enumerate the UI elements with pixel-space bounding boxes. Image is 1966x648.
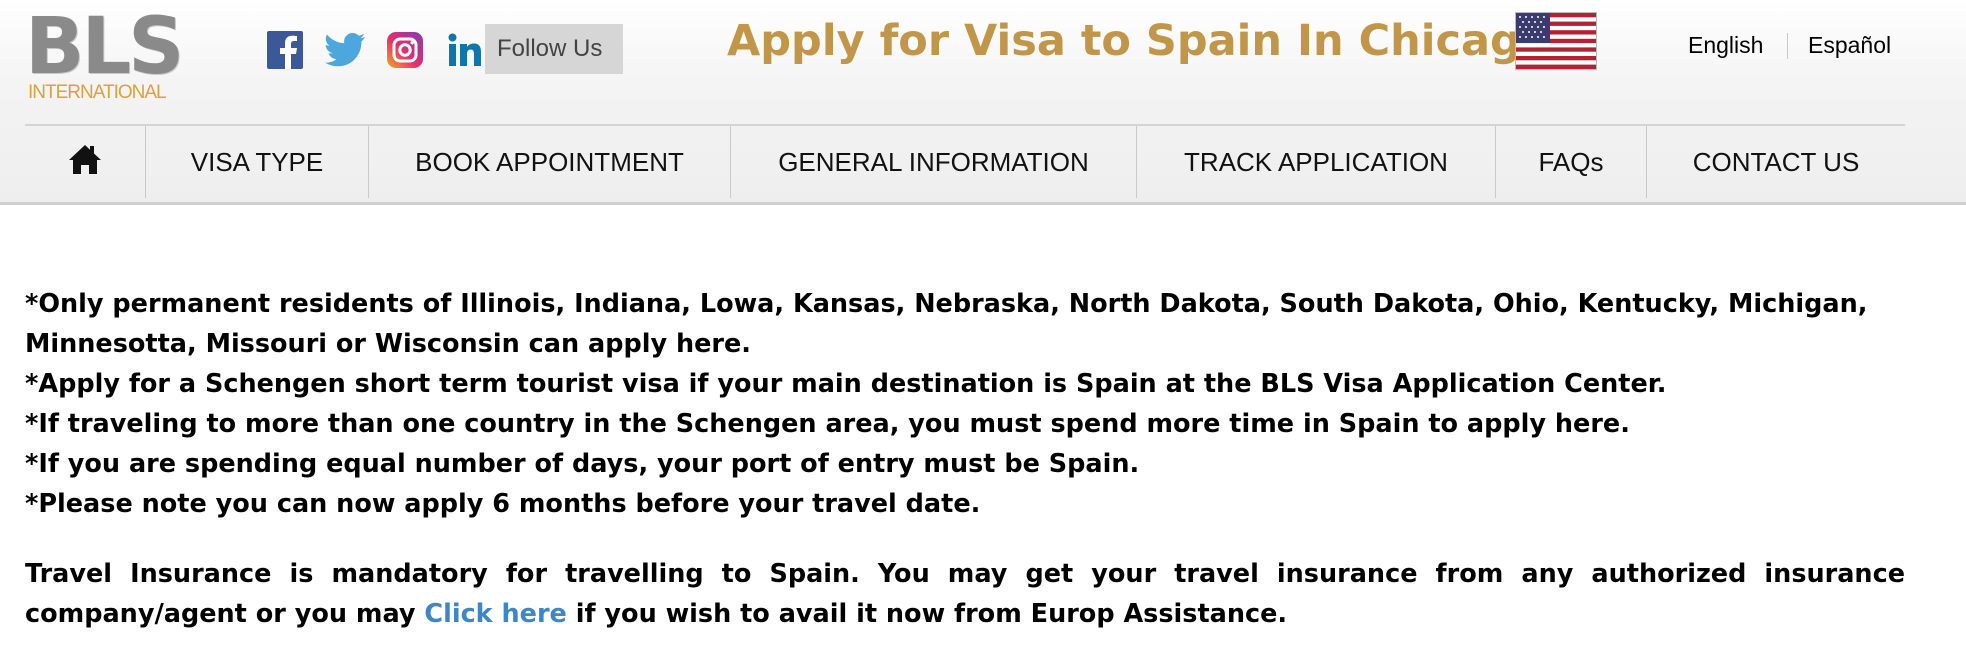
language-espanol-link[interactable]: Español xyxy=(1808,32,1891,59)
language-english-link[interactable]: English xyxy=(1688,32,1763,59)
site-header: BLS INTERNATIONAL Follow Us Apply for Vi… xyxy=(0,0,1966,205)
follow-us-button[interactable]: Follow Us xyxy=(485,24,623,74)
eligibility-note: *Only permanent residents of Illinois, I… xyxy=(25,289,1868,359)
facebook-icon[interactable] xyxy=(265,30,305,70)
social-links: Follow Us xyxy=(265,24,623,76)
schengen-note: *Apply for a Schengen short term tourist… xyxy=(25,369,1667,399)
page-title: Apply for Visa to Spain In Chicago xyxy=(727,16,1551,66)
instagram-icon[interactable] xyxy=(385,30,425,70)
nav-track-application[interactable]: TRACK APPLICATION xyxy=(1137,126,1496,198)
port-of-entry-note: *If you are spending equal number of day… xyxy=(25,449,1140,479)
multi-country-note: *If traveling to more than one country i… xyxy=(25,409,1630,439)
insurance-paragraph: Travel Insurance is mandatory for travel… xyxy=(25,554,1905,634)
linkedin-icon[interactable] xyxy=(445,30,485,70)
home-icon xyxy=(68,143,102,182)
nav-general-information[interactable]: GENERAL INFORMATION xyxy=(731,126,1137,198)
nav-book-appointment[interactable]: BOOK APPOINTMENT xyxy=(369,126,731,198)
language-divider xyxy=(1787,33,1788,59)
nav-home[interactable] xyxy=(25,126,146,198)
twitter-icon[interactable] xyxy=(325,30,365,70)
nav-faqs[interactable]: FAQs xyxy=(1496,126,1647,198)
bls-logo[interactable]: BLS INTERNATIONAL xyxy=(25,8,195,108)
nav-contact-us[interactable]: CONTACT US xyxy=(1647,126,1905,198)
nav-visa-type[interactable]: VISA TYPE xyxy=(146,126,369,198)
insurance-text-end: if you wish to avail it now from Europ A… xyxy=(566,599,1288,629)
logo-mark: BLS xyxy=(25,2,184,92)
us-flag-icon xyxy=(1515,12,1597,70)
insurance-click-here-link[interactable]: Click here xyxy=(424,599,566,629)
main-content: *Only permanent residents of Illinois, I… xyxy=(25,284,1905,634)
nav-divider xyxy=(0,202,1966,205)
main-nav: VISA TYPE BOOK APPOINTMENT GENERAL INFOR… xyxy=(25,124,1905,198)
apply-window-note: *Please note you can now apply 6 months … xyxy=(25,489,981,519)
logo-subtitle: INTERNATIONAL xyxy=(28,82,167,103)
